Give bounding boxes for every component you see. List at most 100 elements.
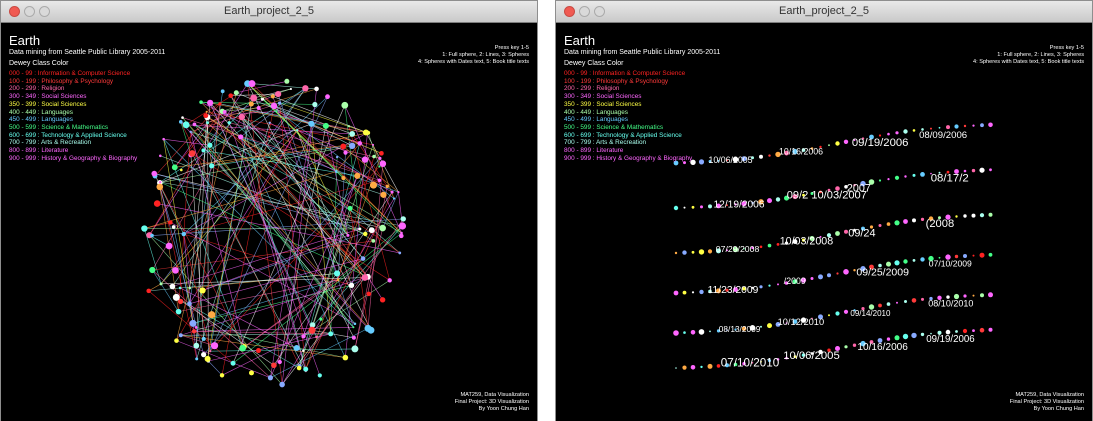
book-sphere (675, 367, 677, 369)
book-sphere (268, 121, 271, 124)
book-sphere (199, 100, 203, 104)
book-sphere (699, 289, 704, 295)
book-sphere (886, 302, 891, 306)
book-sphere (165, 242, 173, 250)
date-label: 09/19/2006 (926, 334, 975, 345)
legend-item: 300 - 349 : Social Sciences (9, 93, 87, 101)
legend-heading: Dewey Class Color (9, 60, 69, 67)
connection-line (344, 105, 402, 234)
book-sphere (385, 184, 389, 189)
book-sphere (912, 259, 916, 262)
book-sphere (319, 317, 323, 321)
book-sphere (293, 344, 300, 351)
book-sphere (963, 294, 967, 298)
credit-line: MAT259, Data Visualization (460, 392, 529, 398)
book-sphere (920, 332, 925, 337)
book-sphere (398, 222, 407, 230)
book-sphere (341, 175, 346, 181)
date-label: 10/06/2005 (783, 350, 840, 362)
book-sphere (172, 293, 180, 301)
visualization-canvas[interactable]: Earth Data mining from Seattle Public Li… (1, 23, 537, 421)
window-titlebar[interactable]: Earth_project_2_5 (1, 1, 537, 23)
book-sphere (188, 150, 196, 157)
book-sphere (228, 93, 234, 98)
book-sphere (361, 274, 369, 281)
book-sphere (146, 288, 152, 294)
book-sphere (955, 215, 958, 218)
book-sphere (333, 270, 341, 277)
app-window-dates[interactable]: Earth_project_2_5 10/06/2005 10/16/2006 09… (555, 0, 1093, 421)
book-sphere (219, 373, 225, 378)
book-sphere (844, 345, 848, 349)
book-sphere (954, 124, 959, 129)
legend-item: 200 - 299 : Religion (564, 85, 620, 93)
legend-item: 450 - 499 : Languages (9, 116, 73, 124)
book-sphere (151, 170, 158, 177)
book-sphere (894, 335, 900, 341)
window-titlebar[interactable]: Earth_project_2_5 (556, 1, 1092, 23)
legend-item: 100 - 199 : Philosophy & Psychology (9, 77, 114, 85)
book-sphere (673, 330, 679, 336)
book-sphere (903, 259, 908, 264)
book-sphere (397, 190, 400, 194)
legend-heading: Dewey Class Color (564, 60, 624, 67)
book-sphere (843, 309, 849, 314)
book-sphere (347, 205, 353, 211)
legend-item: 200 - 299 : Religion (9, 85, 65, 93)
book-sphere (296, 365, 302, 371)
legend-item: 700 - 799 : Arts & Recreation (564, 139, 647, 147)
book-sphere (767, 323, 772, 329)
book-sphere (767, 198, 772, 204)
date-label: 07/29/2008 (716, 244, 760, 254)
book-sphere (708, 204, 712, 209)
book-sphere (175, 308, 182, 315)
book-sphere (379, 224, 386, 232)
date-label: 09/19/2006 (852, 137, 909, 149)
book-sphere (691, 291, 695, 294)
book-sphere (895, 131, 899, 135)
app-window-lines[interactable]: Earth_project_2_5 Earth Data mining from… (0, 0, 538, 421)
book-sphere (218, 102, 222, 106)
book-sphere (886, 222, 891, 226)
app-title: Earth (564, 33, 596, 48)
book-sphere (340, 143, 347, 150)
book-sphere (759, 245, 763, 249)
book-sphere (979, 213, 985, 218)
date-label: 12/19/2006 (714, 200, 765, 211)
book-sphere (201, 351, 207, 358)
date-label: 11/23/2009 (708, 285, 759, 296)
book-sphere (194, 325, 198, 329)
book-sphere (972, 294, 975, 297)
book-sphere (920, 172, 925, 177)
book-sphere (315, 335, 318, 339)
visualization-canvas[interactable]: 10/06/2005 10/16/2006 09/19/2006 08/09/2006… (556, 23, 1092, 421)
book-sphere (979, 327, 985, 333)
book-sphere (682, 250, 687, 255)
book-sphere (256, 105, 261, 110)
legend-item: 500 - 599 : Science & Mathematics (9, 123, 109, 131)
book-sphere (271, 362, 277, 369)
legend-item: 350 - 399 : Social Sciences (564, 100, 642, 108)
book-sphere (171, 225, 176, 229)
book-sphere (346, 233, 350, 237)
book-sphere (979, 167, 985, 173)
book-sphere (904, 300, 907, 303)
legend-item: 500 - 599 : Science & Mathematics (564, 123, 664, 131)
legend-item: 700 - 799 : Arts & Recreation (9, 139, 92, 147)
connection-line (349, 208, 369, 329)
book-sphere (683, 206, 686, 209)
book-sphere (896, 301, 898, 304)
book-sphere (372, 143, 375, 146)
book-sphere (275, 90, 282, 98)
book-sphere (238, 113, 246, 121)
book-sphere (843, 269, 849, 275)
book-sphere (852, 343, 857, 347)
book-sphere (989, 168, 992, 172)
book-sphere (141, 225, 148, 232)
date-label: 10/16/2006 (857, 342, 908, 353)
book-sphere (835, 141, 840, 146)
book-sphere (203, 113, 209, 119)
legend-item: 000 - 99 : Information & Computer Scienc… (564, 70, 686, 77)
connection-line (209, 96, 328, 352)
book-sphere (207, 99, 214, 106)
